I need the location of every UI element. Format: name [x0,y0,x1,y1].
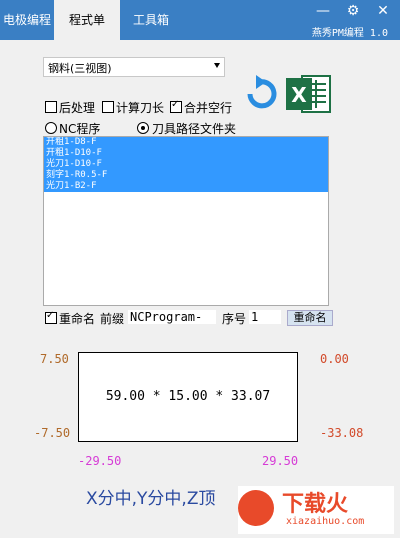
nc-program-radio[interactable] [45,122,57,134]
minimize-icon[interactable]: — [310,0,336,22]
toolpath-list[interactable]: 开粗1-D8-F 开粗1-D10-F 光刀1-D10-F 刻字1-R0.5-F … [43,136,329,306]
rename-button[interactable]: 重命名 [287,310,333,326]
watermark-title: 下载火 [282,492,349,517]
list-item[interactable]: 刻字1-R0.5-F [44,170,328,181]
x-min-value: -29.50 [78,454,122,468]
svg-text:X: X [291,83,307,107]
rename-checkbox[interactable] [45,310,57,324]
excel-icon[interactable]: X [286,72,332,116]
toolpath-folder-radio[interactable] [137,122,149,134]
fire-logo-icon [238,490,274,526]
sequence-label: 序号 [222,312,247,326]
tab-toolbox[interactable]: 工具箱 [120,0,182,40]
z-max-value: 0.00 [320,352,349,366]
x-max-value: 29.50 [262,454,299,468]
prefix-label: 前缀 [100,312,125,326]
calc-tool-length-checkbox[interactable] [102,101,114,113]
y-max-value: 7.50 [40,352,69,366]
part-dimensions: 59.00 * 15.00 * 33.07 [105,389,271,404]
list-item[interactable]: 开粗1-D10-F [44,148,328,159]
merge-empty-rows-checkbox[interactable] [170,99,182,113]
part-bounding-box: 59.00 * 15.00 * 33.07 [78,352,298,442]
merge-empty-rows-label: 合并空行 [184,101,233,115]
post-process-label: 后处理 [59,101,96,115]
nc-program-label: NC程序 [59,122,101,136]
toolpath-folder-label: 刀具路径文件夹 [152,122,237,136]
settings-icon[interactable]: ⚙ [340,0,366,22]
rename-checkbox-label: 重命名 [59,312,96,326]
tab-electrode-programming[interactable]: 电极编程 [0,0,54,40]
material-select-value: 钢料(三视图) [48,62,112,75]
post-process-checkbox[interactable] [45,101,57,113]
z-min-value: -33.08 [320,426,364,440]
calc-tool-length-label: 计算刀长 [116,101,165,115]
title-bar: 电极编程 程式单 工具箱 — ⚙ ✕ 燕秀PM编程 1.0 [0,0,400,40]
centering-status: X分中,Y分中,Z顶 [86,489,216,509]
material-select[interactable]: 钢料(三视图) [43,57,225,77]
close-icon[interactable]: ✕ [370,0,396,22]
watermark: 下载火 xiazaihuo.com [238,486,394,534]
refresh-icon[interactable] [242,72,278,114]
chevron-down-icon [214,63,220,68]
y-min-value: -7.50 [34,426,71,440]
list-item[interactable]: 光刀1-B2-F [44,181,328,192]
tab-program-sheet[interactable]: 程式单 [54,0,120,40]
prefix-input[interactable]: NCProgram- [128,310,216,324]
sequence-input[interactable]: 1 [249,310,281,324]
list-item[interactable]: 开粗1-D8-F [44,137,328,148]
list-item[interactable]: 光刀1-D10-F [44,159,328,170]
window-title: 燕秀PM编程 1.0 [311,28,388,39]
watermark-url: xiazaihuo.com [286,516,365,527]
